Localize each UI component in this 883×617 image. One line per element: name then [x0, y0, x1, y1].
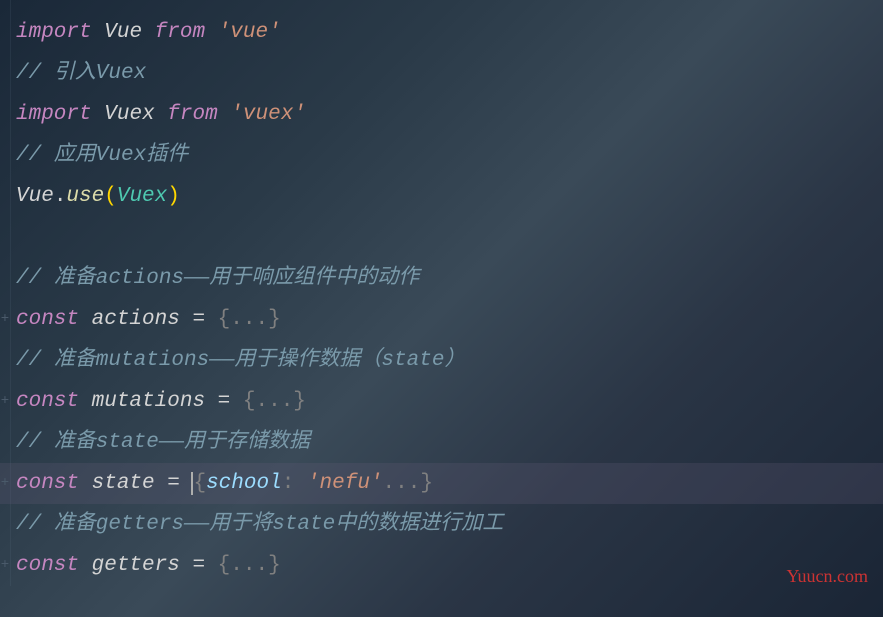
- keyword-const: const: [16, 554, 79, 577]
- equals-operator: =: [192, 554, 205, 577]
- equals-operator: =: [192, 308, 205, 331]
- space: [294, 472, 307, 495]
- collapsed-dots[interactable]: ...: [230, 554, 268, 577]
- fold-icon[interactable]: +: [0, 463, 10, 504]
- code-line[interactable]: + const mutations = {...}: [0, 381, 883, 422]
- keyword-import: import: [16, 103, 92, 126]
- comment: // 引入Vuex: [16, 62, 146, 85]
- code-line[interactable]: // 准备mutations——用于操作数据（state）: [0, 340, 883, 381]
- class-identifier: Vuex: [117, 185, 167, 208]
- code-line-empty[interactable]: [0, 217, 883, 258]
- dot-operator: .: [54, 185, 67, 208]
- keyword-const: const: [16, 472, 79, 495]
- collapsed-dots[interactable]: ...: [383, 472, 421, 495]
- brace-open: {: [193, 472, 206, 495]
- paren-close: ): [167, 185, 180, 208]
- colon: :: [282, 472, 295, 495]
- code-line[interactable]: import Vuex from 'vuex': [0, 94, 883, 135]
- brace-close: }: [420, 472, 433, 495]
- collapsed-dots[interactable]: ...: [255, 390, 293, 413]
- keyword-const: const: [16, 390, 79, 413]
- comment: // 准备mutations——用于操作数据（state）: [16, 349, 465, 372]
- comment: // 准备state——用于存储数据: [16, 431, 310, 454]
- code-line[interactable]: // 准备actions——用于响应组件中的动作: [0, 258, 883, 299]
- fold-icon[interactable]: +: [0, 545, 10, 586]
- comment: // 准备getters——用于将state中的数据进行加工: [16, 513, 503, 536]
- collapsed-dots[interactable]: ...: [230, 308, 268, 331]
- keyword-const: const: [16, 308, 79, 331]
- code-line[interactable]: + const actions = {...}: [0, 299, 883, 340]
- comment: // 应用Vuex插件: [16, 144, 188, 167]
- fold-icon[interactable]: +: [0, 299, 10, 340]
- keyword-from: from: [167, 103, 217, 126]
- string-literal: 'vue': [218, 21, 281, 44]
- watermark-text: Yuucn.com: [787, 566, 868, 587]
- identifier: actions: [92, 308, 180, 331]
- keyword-import: import: [16, 21, 92, 44]
- method-name: use: [66, 185, 104, 208]
- brace-open: {: [243, 390, 256, 413]
- string-literal: 'nefu': [307, 472, 383, 495]
- keyword-from: from: [155, 21, 205, 44]
- identifier: mutations: [92, 390, 205, 413]
- code-line[interactable]: // 引入Vuex: [0, 53, 883, 94]
- brace-open: {: [218, 554, 231, 577]
- code-line[interactable]: + const getters = {...}: [0, 545, 883, 586]
- code-line[interactable]: // 应用Vuex插件: [0, 135, 883, 176]
- brace-close: }: [268, 554, 281, 577]
- identifier: Vuex: [104, 103, 154, 126]
- paren-open: (: [104, 185, 117, 208]
- identifier: Vue: [104, 21, 142, 44]
- comment: // 准备actions——用于响应组件中的动作: [16, 267, 419, 290]
- identifier: Vue: [16, 185, 54, 208]
- identifier: state: [92, 472, 155, 495]
- fold-icon[interactable]: +: [0, 381, 10, 422]
- code-line[interactable]: // 准备state——用于存储数据: [0, 422, 883, 463]
- brace-close: }: [268, 308, 281, 331]
- code-line-active[interactable]: + const state = {school: 'nefu'...}: [0, 463, 883, 504]
- identifier: getters: [92, 554, 180, 577]
- equals-operator: =: [167, 472, 180, 495]
- equals-operator: =: [218, 390, 231, 413]
- brace-close: }: [293, 390, 306, 413]
- brace-open: {: [218, 308, 231, 331]
- string-literal: 'vuex': [230, 103, 306, 126]
- code-line[interactable]: import Vue from 'vue': [0, 12, 883, 53]
- object-key: school: [206, 472, 282, 495]
- code-editor[interactable]: import Vue from 'vue' // 引入Vuex import V…: [0, 0, 883, 586]
- code-line[interactable]: Vue.use(Vuex): [0, 176, 883, 217]
- code-line[interactable]: // 准备getters——用于将state中的数据进行加工: [0, 504, 883, 545]
